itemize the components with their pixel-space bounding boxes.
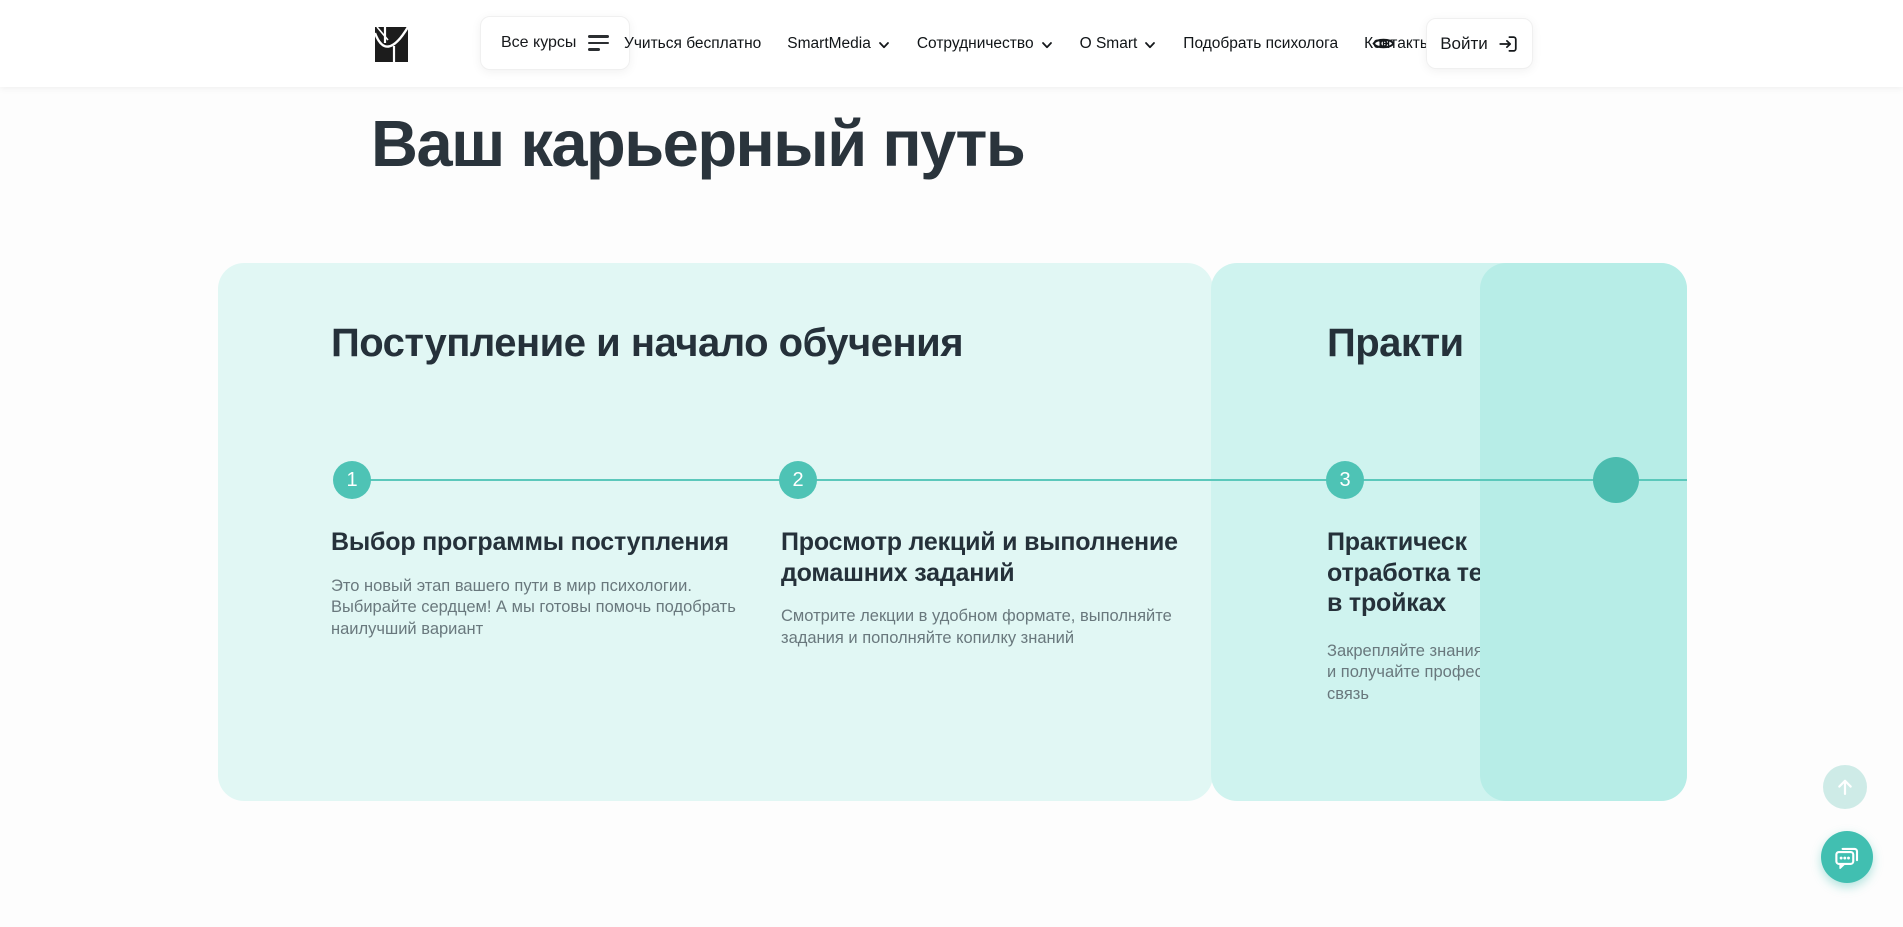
step-circle-4 xyxy=(1593,457,1639,503)
login-arrow-icon xyxy=(1497,33,1519,55)
hamburger-menu-icon xyxy=(588,35,609,50)
step-1-column: Выбор программы поступления Это новый эт… xyxy=(331,527,771,641)
step-1-title: Выбор программы поступления xyxy=(331,527,771,558)
main-nav: Учиться бесплатно SmartMedia Сотрудничес… xyxy=(624,0,1431,87)
nav-item-find-psychologist[interactable]: Подобрать психолога xyxy=(1183,35,1338,53)
nav-label: Сотрудничество xyxy=(917,35,1034,53)
nav-label: Подобрать психолога xyxy=(1183,35,1338,53)
chevron-down-icon xyxy=(1143,38,1157,52)
chat-button[interactable] xyxy=(1821,831,1873,883)
nav-item-about-smart[interactable]: О Smart xyxy=(1080,35,1158,53)
brand-logo-icon xyxy=(371,24,411,64)
eye-icon xyxy=(1371,31,1396,56)
chat-bubbles-icon xyxy=(1832,842,1862,872)
chevron-down-icon xyxy=(877,38,891,52)
login-button[interactable]: Войти xyxy=(1426,18,1533,69)
chevron-down-icon xyxy=(1040,38,1054,52)
step-2-title: Просмотр лекций и выполнение домашних за… xyxy=(781,527,1211,588)
accessibility-eye-button[interactable] xyxy=(1371,31,1396,56)
login-label: Войти xyxy=(1440,34,1488,54)
step-circle-1: 1 xyxy=(333,461,371,499)
nav-label: SmartMedia xyxy=(787,35,871,53)
nav-label: О Smart xyxy=(1080,35,1138,53)
brand-logo[interactable] xyxy=(371,24,411,64)
nav-item-cooperation[interactable]: Сотрудничество xyxy=(917,35,1054,53)
step-circle-3: 3 xyxy=(1326,461,1364,499)
timeline-line xyxy=(352,479,1687,481)
step-circle-2: 2 xyxy=(779,461,817,499)
step-number: 2 xyxy=(792,469,803,492)
scroll-top-button[interactable] xyxy=(1823,765,1867,809)
step-2-column: Просмотр лекций и выполнение домашних за… xyxy=(781,527,1211,650)
all-courses-button[interactable]: Все курсы xyxy=(480,16,630,70)
step-number: 3 xyxy=(1339,469,1350,492)
card-overlay-next xyxy=(1480,263,1687,801)
nav-label: Учиться бесплатно xyxy=(624,35,761,53)
all-courses-label: Все курсы xyxy=(501,34,576,52)
career-path-section: Поступление и начало обучения Практи Пра… xyxy=(218,263,1687,801)
step-2-description: Смотрите лекции в удобном формате, выпол… xyxy=(781,606,1181,650)
step-number: 1 xyxy=(346,469,357,492)
page-title: Ваш карьерный путь xyxy=(371,106,1024,181)
page: Все курсы Учиться бесплатно SmartMedia С… xyxy=(0,0,1903,927)
header: Все курсы Учиться бесплатно SmartMedia С… xyxy=(0,0,1903,87)
step-1-description: Это новый этап вашего пути в мир психоло… xyxy=(331,576,736,642)
nav-item-learn-free[interactable]: Учиться бесплатно xyxy=(624,35,761,53)
card-practice-title: Практи xyxy=(1327,321,1464,366)
arrow-up-icon xyxy=(1834,776,1856,798)
nav-item-smartmedia[interactable]: SmartMedia xyxy=(787,35,891,53)
card-admission-title: Поступление и начало обучения xyxy=(331,321,963,366)
